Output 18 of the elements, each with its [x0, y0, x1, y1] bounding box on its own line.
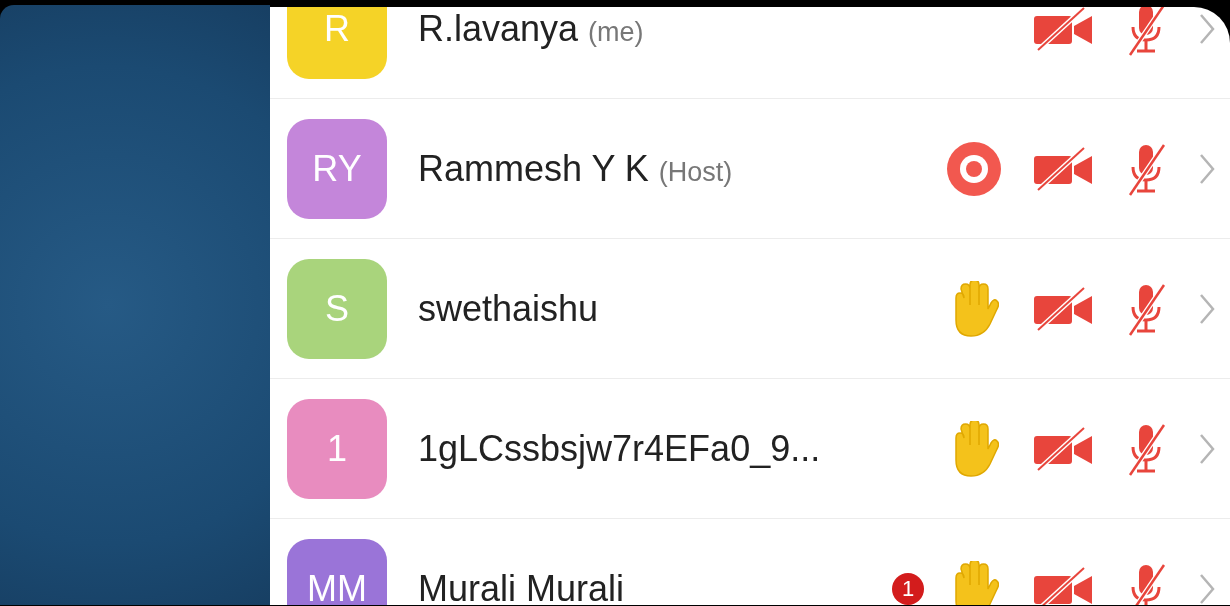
- participant-name: 1gLCssbsjw7r4EFa0_9...: [418, 427, 821, 470]
- participant-name: swethaishu: [418, 287, 599, 330]
- role-label: (me): [588, 16, 644, 48]
- participant-row[interactable]: MM Murali Murali 1: [270, 519, 1230, 605]
- participant-name: R.lavanya: [418, 7, 579, 50]
- avatar: R: [287, 7, 387, 79]
- role-label: (Host): [658, 156, 733, 188]
- avatar: 1: [287, 398, 387, 499]
- participant-row[interactable]: RY Rammesh Y K (Host): [270, 99, 1230, 239]
- participant-name: Rammesh Y K: [418, 147, 649, 190]
- avatar: RY: [287, 118, 387, 219]
- participant-row[interactable]: R R.lavanya (me): [270, 7, 1230, 99]
- avatar: S: [287, 258, 387, 359]
- participant-row[interactable]: 1 1gLCssbsjw7r4EFa0_9...: [270, 379, 1230, 519]
- participant-name: Murali Murali: [418, 567, 625, 605]
- unread-badge: 1: [892, 572, 924, 605]
- participant-row[interactable]: S swethaishu: [270, 239, 1230, 379]
- avatar: MM: [287, 538, 387, 605]
